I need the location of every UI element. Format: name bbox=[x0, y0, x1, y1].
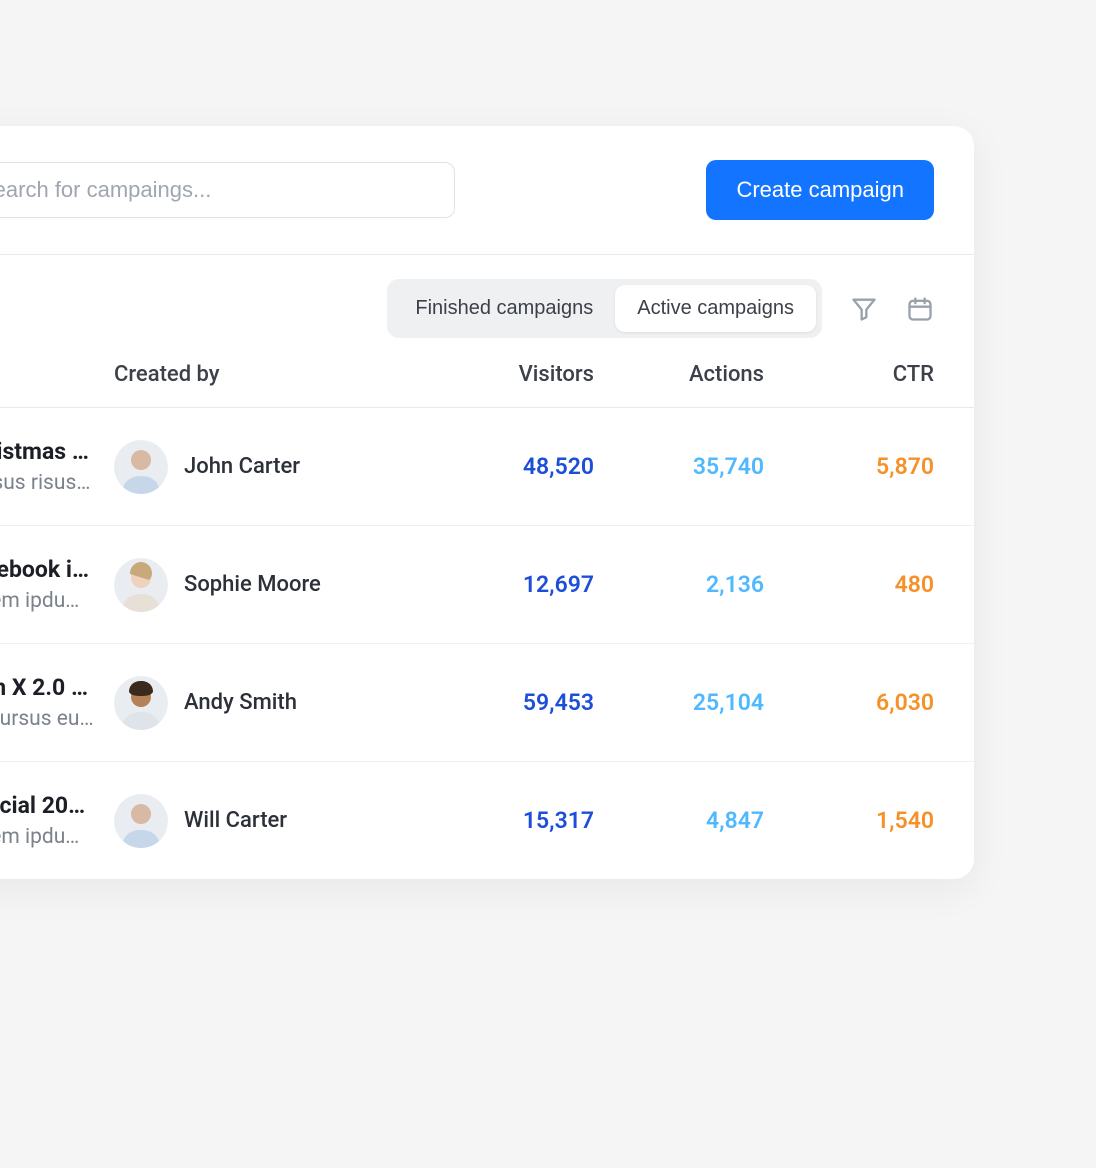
visitors-value: 48,520 bbox=[424, 453, 594, 480]
campaign-cell: Plan X 2.0 Launch... Mi cursus euismod q… bbox=[0, 674, 114, 731]
toolbar: Finished campaigns Active campaigns bbox=[0, 255, 974, 362]
campaigns-table: Campaign Created by Visitors Actions CTR… bbox=[0, 362, 974, 879]
table-row[interactable]: Special 20% Promo... Lorem ipdum dolor s… bbox=[0, 762, 974, 879]
visitors-value: 12,697 bbox=[424, 571, 594, 598]
creator-cell: Will Carter bbox=[114, 794, 424, 848]
avatar bbox=[114, 676, 168, 730]
column-visitors: Visitors bbox=[424, 362, 594, 387]
ctr-value: 1,540 bbox=[764, 807, 934, 834]
creator-name: Will Carter bbox=[184, 808, 287, 833]
campaign-cell: Special 20% Promo... Lorem ipdum dolor s… bbox=[0, 792, 114, 849]
tab-finished-campaigns[interactable]: Finished campaigns bbox=[393, 285, 615, 332]
actions-value: 25,104 bbox=[594, 689, 764, 716]
campaign-state-toggle: Finished campaigns Active campaigns bbox=[387, 279, 822, 338]
campaign-subtitle: Lorem ipdum dolo bbox=[0, 589, 94, 613]
campaign-title: Plan X 2.0 Launch... bbox=[0, 674, 94, 701]
avatar bbox=[114, 794, 168, 848]
campaign-title: Special 20% Promo... bbox=[0, 792, 94, 819]
creator-name: Sophie Moore bbox=[184, 572, 321, 597]
search-input[interactable] bbox=[0, 162, 455, 218]
creator-cell: Sophie Moore bbox=[114, 558, 424, 612]
column-ctr: CTR bbox=[764, 362, 934, 387]
campaign-subtitle: Lorem ipdum dolor sit bbox=[0, 825, 94, 849]
column-actions: Actions bbox=[594, 362, 764, 387]
campaign-cell: Christmas 2022 Camp... Cursus risus at u… bbox=[0, 438, 114, 495]
campaign-title: Facebook integration... bbox=[0, 556, 94, 583]
table-row[interactable]: Christmas 2022 Camp... Cursus risus at u… bbox=[0, 408, 974, 526]
campaign-subtitle: Mi cursus euismod quis bbox=[0, 707, 94, 731]
actions-value: 4,847 bbox=[594, 807, 764, 834]
visitors-value: 59,453 bbox=[424, 689, 594, 716]
table-row[interactable]: Plan X 2.0 Launch... Mi cursus euismod q… bbox=[0, 644, 974, 762]
tab-active-campaigns[interactable]: Active campaigns bbox=[615, 285, 816, 332]
creator-cell: John Carter bbox=[114, 440, 424, 494]
creator-name: John Carter bbox=[184, 454, 300, 479]
creator-name: Andy Smith bbox=[184, 690, 297, 715]
ctr-value: 5,870 bbox=[764, 453, 934, 480]
creator-cell: Andy Smith bbox=[114, 676, 424, 730]
campaigns-card: Create campaign Finished campaigns Activ… bbox=[0, 126, 974, 879]
avatar bbox=[114, 558, 168, 612]
actions-value: 2,136 bbox=[594, 571, 764, 598]
table-row[interactable]: Facebook integration... Lorem ipdum dolo… bbox=[0, 526, 974, 644]
card-header: Create campaign bbox=[0, 126, 974, 255]
campaign-subtitle: Cursus risus at ultrices bbox=[0, 471, 94, 495]
visitors-value: 15,317 bbox=[424, 807, 594, 834]
actions-value: 35,740 bbox=[594, 453, 764, 480]
table-header: Campaign Created by Visitors Actions CTR bbox=[0, 362, 974, 408]
campaign-cell: Facebook integration... Lorem ipdum dolo bbox=[0, 556, 114, 613]
calendar-icon[interactable] bbox=[906, 295, 934, 323]
column-created-by: Created by bbox=[114, 362, 424, 387]
ctr-value: 6,030 bbox=[764, 689, 934, 716]
avatar bbox=[114, 440, 168, 494]
filter-icon[interactable] bbox=[850, 295, 878, 323]
create-campaign-button[interactable]: Create campaign bbox=[706, 160, 934, 220]
ctr-value: 480 bbox=[764, 571, 934, 598]
campaign-title: Christmas 2022 Camp... bbox=[0, 438, 94, 465]
